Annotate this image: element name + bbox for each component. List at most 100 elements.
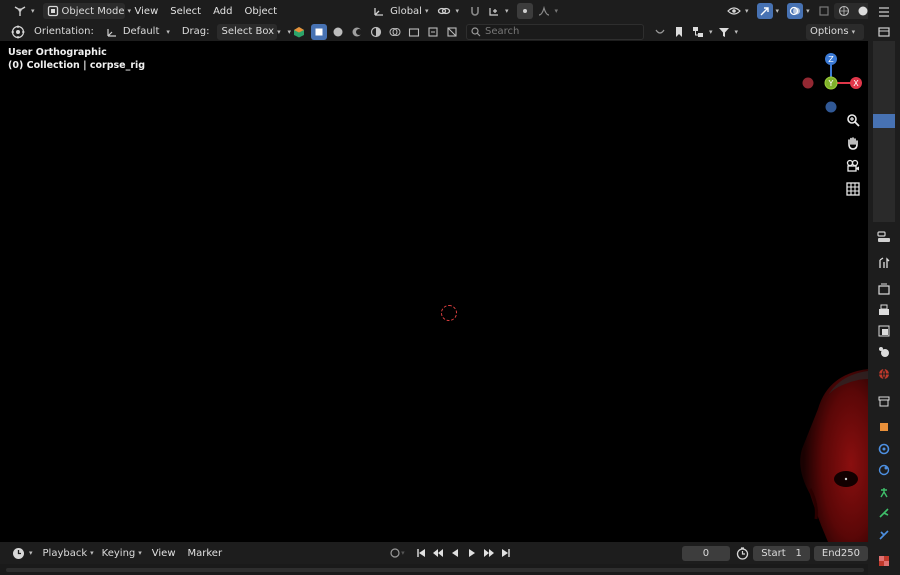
orientation-label: Orientation: — [34, 26, 94, 37]
options-dropdown[interactable]: Options ▾ — [806, 23, 864, 40]
magnet-icon — [467, 3, 483, 19]
snap-toggle[interactable]: ▾ — [463, 3, 513, 19]
camera-filter-icon[interactable] — [406, 24, 422, 40]
outliner-editor-icon[interactable] — [876, 4, 892, 20]
collection-properties-icon[interactable] — [876, 393, 892, 409]
chevron-down-icon: ▾ — [166, 27, 170, 36]
overlays-toggle[interactable]: ▾ — [783, 3, 814, 19]
start-frame-field[interactable]: Start 1 — [753, 545, 810, 561]
collapse-icon[interactable] — [652, 24, 668, 40]
menu-add[interactable]: Add — [207, 2, 238, 20]
object-properties-icon[interactable] — [876, 419, 892, 435]
active-tool-icon[interactable] — [10, 24, 26, 40]
select-intersect-icon[interactable] — [387, 24, 403, 40]
timeline-scrubber-area[interactable] — [0, 564, 868, 575]
menu-view[interactable]: View — [129, 2, 165, 20]
menu-select[interactable]: Select — [164, 2, 207, 20]
gizmo-arrow-icon — [756, 3, 773, 19]
proportional-dot-icon — [516, 3, 533, 19]
view-layer-properties-icon[interactable] — [876, 323, 892, 339]
jump-to-start-icon[interactable] — [413, 545, 429, 561]
visibility-dropdown[interactable]: ▾ — [722, 3, 753, 19]
play-icon[interactable] — [464, 545, 480, 561]
keying-menu[interactable]: Keying ▾ — [98, 545, 146, 561]
output-properties-icon[interactable] — [876, 302, 892, 318]
properties-tabs-strip — [868, 226, 900, 575]
perspective-toggle-button[interactable] — [843, 179, 863, 199]
select-subtract-icon[interactable] — [349, 24, 365, 40]
physics-properties-icon[interactable] — [876, 484, 892, 500]
playback-menu[interactable]: Playback ▾ — [39, 545, 98, 561]
current-frame-field[interactable]: 0 — [681, 545, 731, 561]
menu-object[interactable]: Object — [238, 2, 283, 20]
render-properties-icon[interactable] — [876, 281, 892, 297]
search-field[interactable]: Search — [466, 23, 644, 40]
chevron-down-icon: ▾ — [455, 7, 459, 15]
viewport-info: User Orthographic (0) Collection | corps… — [8, 46, 145, 72]
mode-label: Object Mode — [61, 5, 125, 17]
xray-toggle-icon[interactable] — [818, 3, 830, 19]
modifier-properties-icon[interactable] — [876, 441, 892, 457]
camera-icon — [846, 159, 859, 172]
filter-funnel-icon[interactable] — [716, 24, 732, 40]
3d-cursor[interactable] — [441, 305, 457, 321]
select-new-icon[interactable] — [311, 23, 327, 40]
gizmo-neg-x-axis — [802, 77, 814, 89]
light-filter-icon[interactable] — [425, 24, 441, 40]
camera-view-button[interactable] — [843, 156, 863, 176]
timeline-marker-menu[interactable]: Marker — [182, 544, 229, 562]
end-frame-field[interactable]: End 250 — [813, 545, 868, 561]
zoom-icon — [847, 114, 860, 127]
select-invert-icon[interactable] — [368, 24, 384, 40]
bookmark-icon[interactable] — [671, 24, 687, 40]
gizmo-toggle[interactable]: ▾ — [753, 3, 784, 19]
editor-type-button[interactable]: ▾ — [8, 3, 39, 19]
active-object-name: corpse_rig — [89, 60, 146, 71]
start-value: 1 — [795, 547, 802, 559]
character-model[interactable] — [788, 369, 868, 542]
world-properties-icon[interactable] — [876, 366, 892, 382]
timeline-view-menu[interactable]: View — [146, 544, 182, 562]
navigation-gizmo[interactable]: Z X Y — [800, 46, 868, 114]
use-preview-range-icon[interactable] — [736, 545, 749, 561]
wireframe-shading-icon[interactable] — [836, 3, 852, 19]
pan-button[interactable] — [843, 133, 863, 153]
properties-editor-icon[interactable] — [876, 229, 892, 245]
grid-icon — [846, 182, 860, 196]
scene-properties-icon[interactable] — [876, 344, 892, 360]
playback-controls — [413, 545, 514, 561]
pivot-point-dropdown[interactable]: ▾ — [432, 3, 463, 19]
timeline-editor-type-button[interactable]: ▾ — [6, 545, 37, 561]
timeline-header: ▾ Playback ▾ Keying ▾ View Marker ▾ 0 St… — [0, 542, 868, 564]
drag-value: Select Box — [221, 26, 275, 37]
empty-filter-icon[interactable] — [444, 24, 460, 40]
zoom-button[interactable] — [843, 110, 863, 130]
record-keyframe-icon[interactable] — [388, 545, 401, 561]
timeline-scrollbar[interactable] — [6, 568, 864, 572]
orientation-dropdown[interactable]: Default ▾ — [100, 24, 174, 40]
falloff-curve-icon — [536, 3, 552, 19]
proportional-editing-toggle[interactable]: ▾ — [513, 3, 563, 19]
outliner-filter-icon[interactable] — [876, 24, 892, 40]
sidebar-active-tab[interactable] — [873, 114, 895, 128]
drag-dropdown[interactable]: Select Box ▾ — [217, 23, 281, 40]
chevron-down-icon: ▾ — [505, 7, 509, 15]
play-reverse-icon[interactable] — [447, 545, 463, 561]
start-label: Start — [761, 547, 786, 559]
chevron-down-icon: ▾ — [806, 7, 810, 15]
view-name: User Orthographic — [8, 47, 107, 58]
jump-to-keyframe-forward-icon[interactable] — [481, 545, 497, 561]
constraint-properties-icon[interactable] — [876, 527, 892, 543]
object-data-properties-icon[interactable] — [876, 505, 892, 521]
jump-to-keyframe-back-icon[interactable] — [430, 545, 446, 561]
particles-properties-icon[interactable] — [876, 462, 892, 478]
mode-dropdown[interactable]: Object Mode ▾ — [42, 3, 131, 19]
view-layer-icon[interactable] — [690, 24, 706, 40]
texture-properties-icon[interactable] — [876, 553, 892, 569]
object-type-visibility-icon[interactable] — [291, 24, 307, 40]
3d-viewport[interactable]: User Orthographic (0) Collection | corps… — [0, 41, 868, 542]
tool-properties-icon[interactable] — [876, 255, 892, 271]
jump-to-end-icon[interactable] — [498, 545, 514, 561]
transform-orientation-dropdown[interactable]: Global ▾ — [367, 3, 432, 19]
select-extend-icon[interactable] — [330, 24, 346, 40]
